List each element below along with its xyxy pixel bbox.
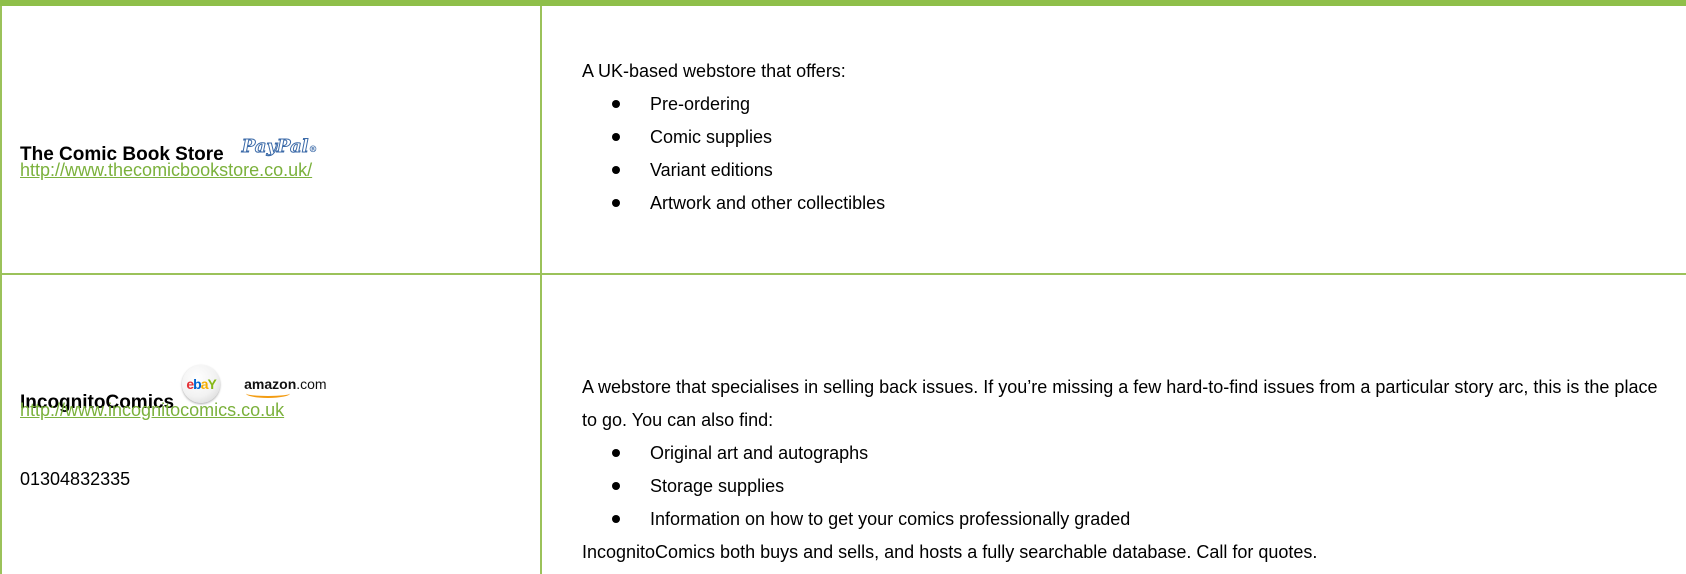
amazon-smile-icon bbox=[246, 389, 291, 398]
stores-table: The Comic Book Store PayPal® http://www.… bbox=[0, 0, 1686, 574]
amazon-logo: amazon.com bbox=[244, 377, 327, 398]
paypal-logo: PayPal® bbox=[241, 136, 318, 157]
list-item: Artwork and other collectibles bbox=[582, 187, 1670, 220]
table-row: IncognitoComics ebaY amazon.com http://w… bbox=[0, 274, 1686, 574]
feature-list: Pre-ordering Comic supplies Variant edit… bbox=[582, 88, 1670, 220]
bullet-icon bbox=[612, 449, 620, 457]
top-rule bbox=[0, 0, 1686, 6]
description-intro: A webstore that specialises in selling b… bbox=[582, 377, 1658, 430]
ebay-logo: ebaY bbox=[182, 365, 221, 403]
bullet-icon bbox=[612, 482, 620, 490]
bullet-icon bbox=[612, 100, 620, 108]
description-outro: IncognitoComics both buys and sells, and… bbox=[582, 542, 1318, 562]
description-intro: A UK-based webstore that offers: bbox=[582, 61, 846, 81]
list-item: Information on how to get your comics pr… bbox=[582, 503, 1670, 536]
list-item: Variant editions bbox=[582, 154, 1670, 187]
store-description: A UK-based webstore that offers: Pre-ord… bbox=[582, 55, 1670, 220]
phone-number: 01304832335 bbox=[20, 469, 131, 489]
bullet-icon bbox=[612, 515, 620, 523]
store-url-link[interactable]: http://www.thecomicbookstore.co.uk/ bbox=[20, 160, 312, 181]
store-info-cell: The Comic Book Store PayPal® http://www.… bbox=[0, 0, 542, 275]
list-item: Comic supplies bbox=[582, 121, 1670, 154]
table-row: The Comic Book Store PayPal® http://www.… bbox=[0, 0, 1686, 275]
feature-list: Original art and autographs Storage supp… bbox=[582, 437, 1670, 536]
store-description-cell: A webstore that specialises in selling b… bbox=[540, 274, 1686, 574]
list-item: Pre-ordering bbox=[582, 88, 1670, 121]
bullet-icon bbox=[612, 133, 620, 141]
bullet-icon bbox=[612, 166, 620, 174]
bullet-icon bbox=[612, 199, 620, 207]
store-description-cell: A UK-based webstore that offers: Pre-ord… bbox=[540, 0, 1686, 275]
store-description: A webstore that specialises in selling b… bbox=[582, 371, 1670, 569]
list-item: Storage supplies bbox=[582, 470, 1670, 503]
store-url-link[interactable]: http://www.incognitocomics.co.uk bbox=[20, 400, 284, 421]
list-item: Original art and autographs bbox=[582, 437, 1670, 470]
store-info-cell: IncognitoComics ebaY amazon.com http://w… bbox=[0, 274, 542, 574]
